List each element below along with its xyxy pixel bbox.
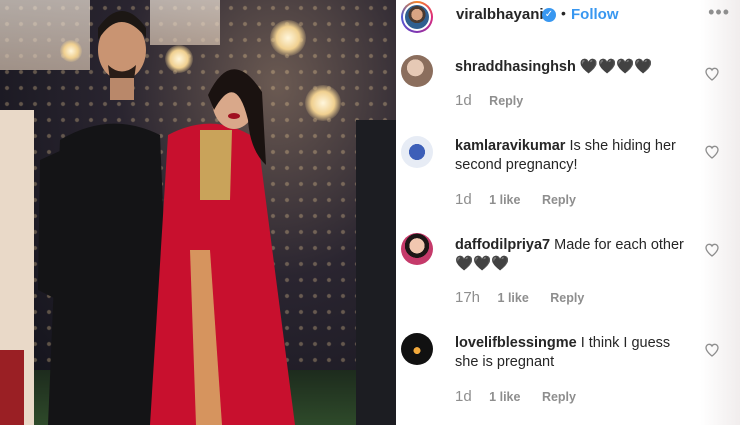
comment-likes[interactable]: 1 like xyxy=(489,193,520,207)
like-heart-icon[interactable] xyxy=(704,242,720,258)
comment-text: shraddhasinghsh 🖤🖤🖤🖤 xyxy=(455,58,695,77)
couple-figures xyxy=(0,11,396,425)
commenter-avatar[interactable] xyxy=(401,55,433,87)
more-options-icon[interactable]: ••• xyxy=(708,2,730,23)
separator-dot: • xyxy=(561,5,566,21)
commenter-avatar[interactable] xyxy=(401,333,433,365)
comment-username[interactable]: kamlaravikumar xyxy=(455,138,565,154)
comment-time[interactable]: 1d xyxy=(455,191,472,208)
comment-text: daffodilpriya7 Made for each other🖤🖤🖤 xyxy=(455,236,695,274)
comment-username[interactable]: shraddhasinghsh xyxy=(455,59,576,75)
comments-panel: viralbhayani ✓ • Follow ••• shraddhasing… xyxy=(396,0,740,425)
poster-avatar[interactable] xyxy=(401,1,433,33)
like-heart-icon[interactable] xyxy=(704,342,720,358)
comment-text: lovelifblessingme I think I guess she is… xyxy=(455,334,695,372)
comment-body: 🖤🖤🖤🖤 xyxy=(579,59,653,75)
comment-meta: 1d 1 like Reply xyxy=(455,388,576,405)
comment-likes[interactable]: 1 like xyxy=(489,390,520,404)
comment-username[interactable]: daffodilpriya7 xyxy=(455,237,550,253)
post-photo xyxy=(0,0,396,425)
comment-time[interactable]: 17h xyxy=(455,289,480,306)
poster-username[interactable]: viralbhayani xyxy=(456,6,544,23)
commenter-avatar[interactable] xyxy=(401,136,433,168)
comment-likes[interactable]: 1 like xyxy=(498,291,529,305)
commenter-avatar[interactable] xyxy=(401,233,433,265)
like-heart-icon[interactable] xyxy=(704,66,720,82)
panel-edge-fade xyxy=(700,0,740,425)
like-heart-icon[interactable] xyxy=(704,144,720,160)
follow-button[interactable]: Follow xyxy=(571,6,619,23)
comment-meta: 1d 1 like Reply xyxy=(455,191,576,208)
reply-button[interactable]: Reply xyxy=(550,291,584,305)
comment-time[interactable]: 1d xyxy=(455,388,472,405)
reply-button[interactable]: Reply xyxy=(542,390,576,404)
verified-badge-icon: ✓ xyxy=(542,8,556,22)
comment-meta: 1d Reply xyxy=(455,92,523,109)
comment-text: kamlaravikumar Is she hiding her second … xyxy=(455,137,695,175)
reply-button[interactable]: Reply xyxy=(489,94,523,108)
reply-button[interactable]: Reply xyxy=(542,193,576,207)
comment-time[interactable]: 1d xyxy=(455,92,472,109)
comment-meta: 17h 1 like Reply xyxy=(455,289,584,306)
comment-username[interactable]: lovelifblessingme xyxy=(455,335,577,351)
post-header: viralbhayani ✓ • Follow ••• xyxy=(396,0,740,36)
